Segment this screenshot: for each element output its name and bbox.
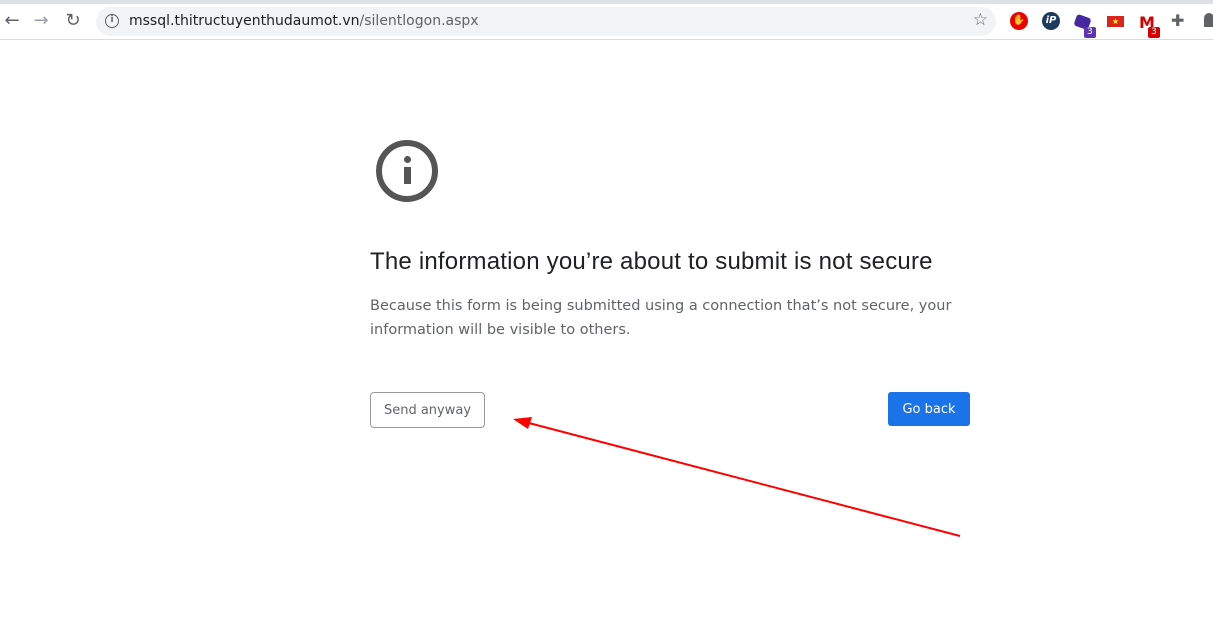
arrow-line [524,421,961,537]
annotation-arrow [513,417,961,537]
arrow-head [513,417,532,429]
